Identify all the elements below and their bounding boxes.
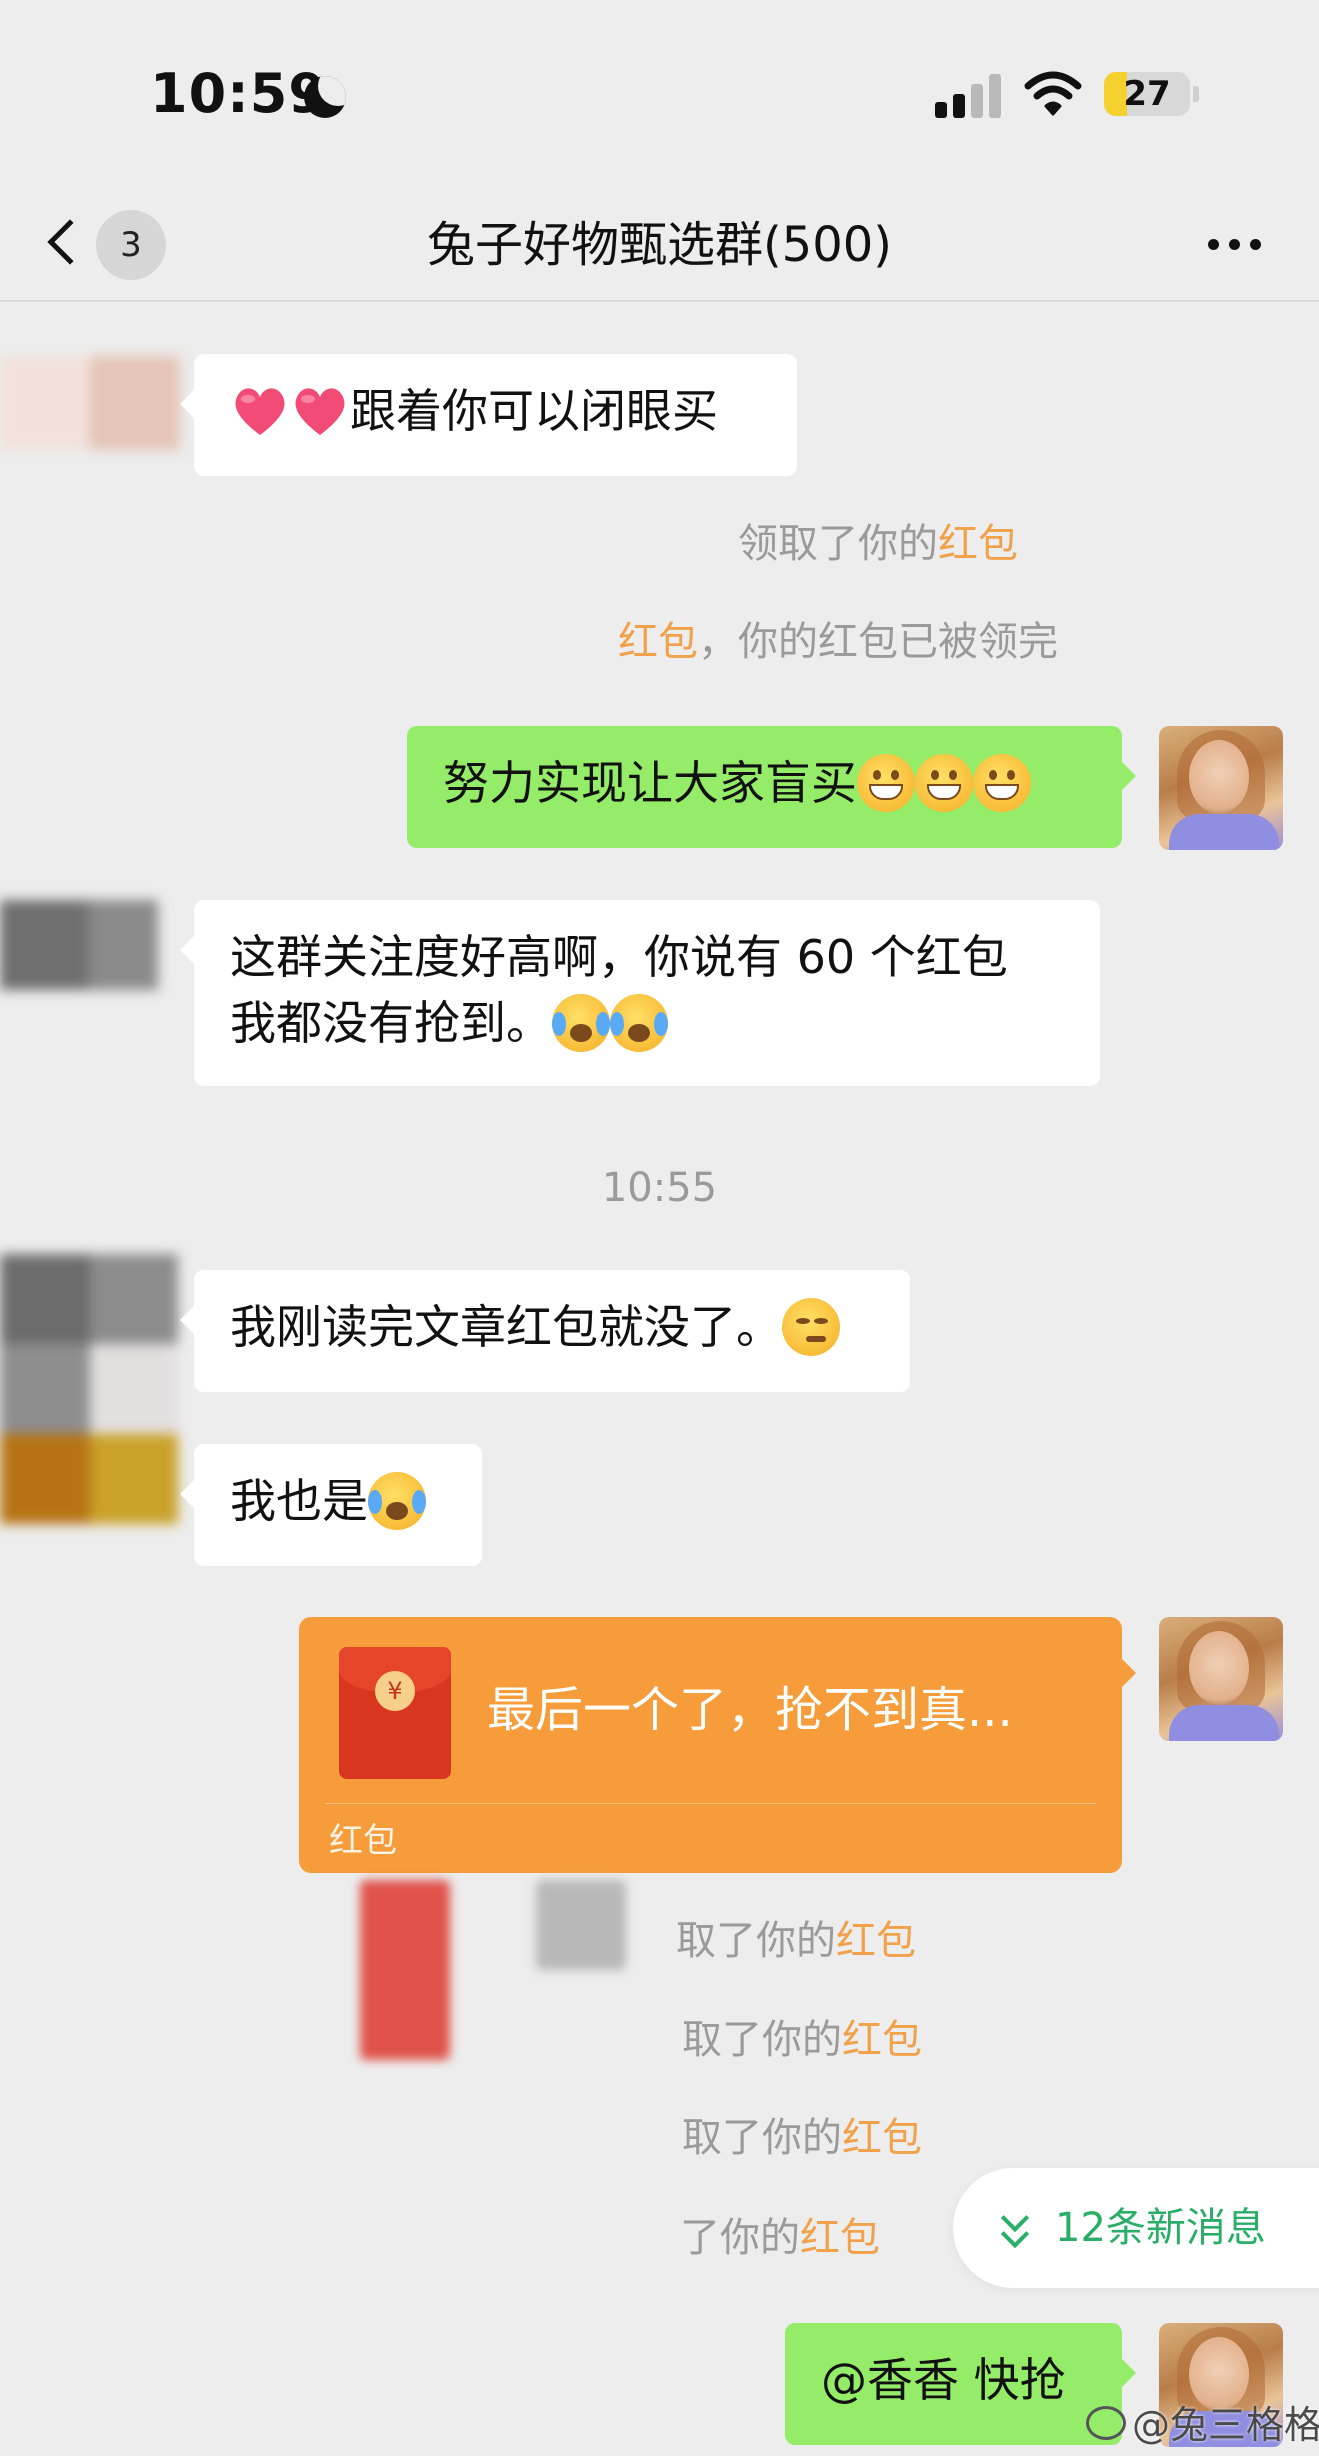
double-chevron-down-icon — [1000, 2219, 1030, 2249]
system-notice: 了你的红包 — [680, 2210, 880, 2266]
red-packet-divider — [325, 1803, 1096, 1804]
message-text: @香香 快抢 — [821, 2353, 1066, 2407]
message-bubble[interactable]: @香香 快抢 — [785, 2323, 1136, 2445]
red-packet-link[interactable]: 红包 — [842, 2115, 922, 2161]
battery-tip — [1193, 86, 1199, 102]
system-notice: 领取了你的红包 — [738, 516, 1018, 572]
new-messages-button[interactable]: 12条新消息 — [953, 2168, 1319, 2288]
red-packet-label: 红包 — [329, 1821, 397, 1861]
red-packet-icon: ¥ — [339, 1647, 451, 1779]
heart-emoji — [295, 387, 345, 435]
blurred-red-packet — [360, 1880, 450, 2060]
system-notice-text: 领取了你的 — [738, 521, 938, 567]
yuan-coin-icon: ¥ — [375, 1671, 415, 1711]
message-bubble[interactable]: 努力实现让大家盲买 — [407, 726, 1136, 848]
red-packet-title: 最后一个了，抢不到真... — [487, 1682, 1013, 1738]
smirk-emoji — [782, 1297, 840, 1356]
message-bubble[interactable]: 我刚读完文章红包就没了。 — [180, 1270, 910, 1392]
header-divider — [0, 300, 1319, 302]
heart-emoji — [235, 387, 285, 435]
system-notice: 取了你的红包 — [682, 2110, 922, 2166]
message-bubble[interactable]: 我也是 — [180, 1444, 482, 1566]
message-text: 跟着你可以闭眼买 — [350, 384, 718, 438]
wifi-icon — [1024, 71, 1082, 116]
message-text: 我刚读完文章红包就没了。 — [230, 1300, 782, 1354]
blurred-avatar — [536, 1880, 626, 1970]
message-text: 这群关注度好高啊，你说有 60 个红包 — [230, 930, 1008, 984]
message-bubble[interactable]: 跟着你可以闭眼买 — [180, 354, 797, 476]
red-packet-link[interactable]: 红包 — [836, 1918, 916, 1964]
message-bubble[interactable]: 这群关注度好高啊，你说有 60 个红包 我都没有抢到。 — [180, 900, 1100, 1086]
crying-laughing-emoji — [368, 1471, 426, 1530]
new-messages-label: 12条新消息 — [1055, 2205, 1266, 2251]
system-notice: 红包，你的红包已被领完 — [618, 614, 1058, 670]
battery-level: 27 — [1123, 74, 1171, 114]
avatar[interactable] — [0, 900, 158, 990]
red-packet-link[interactable]: 红包 — [618, 619, 698, 665]
system-notice-text: ，你的红包已被领完 — [698, 619, 1058, 665]
status-time: 10:59 — [150, 62, 327, 125]
status-bar: 10:59 27 — [0, 0, 1319, 190]
crying-laughing-emoji — [610, 993, 668, 1052]
grin-emoji — [857, 753, 915, 812]
message-text: 我也是 — [230, 1474, 368, 1528]
message-text: 努力实现让大家盲买 — [443, 756, 857, 810]
red-packet-link[interactable]: 红包 — [800, 2215, 880, 2261]
system-notice: 取了你的红包 — [682, 2012, 922, 2068]
weibo-icon — [1086, 2406, 1126, 2440]
red-packet-link[interactable]: 红包 — [938, 521, 1018, 567]
avatar[interactable] — [1159, 1617, 1283, 1741]
grin-emoji — [973, 753, 1031, 812]
timestamp: 10:55 — [601, 1165, 718, 1211]
system-notice-text: 了你的 — [680, 2215, 800, 2261]
message-text: 我都没有抢到。 — [230, 996, 552, 1050]
grin-emoji — [915, 753, 973, 812]
chat-header: 3 兔子好物甄选群(500) — [0, 190, 1319, 300]
red-packet-message[interactable]: ¥ 最后一个了，抢不到真... 红包 — [299, 1617, 1136, 1873]
more-icon[interactable] — [1200, 230, 1270, 260]
avatar[interactable] — [0, 1254, 178, 1524]
avatar[interactable] — [1159, 726, 1283, 850]
moon-icon — [304, 76, 346, 118]
crying-laughing-emoji — [552, 993, 610, 1052]
red-packet-link[interactable]: 红包 — [842, 2017, 922, 2063]
avatar[interactable] — [0, 356, 180, 450]
battery-icon: 27 — [1104, 72, 1190, 116]
system-notice: 取了你的红包 — [676, 1913, 916, 1969]
signal-icon — [935, 74, 1005, 118]
system-notice-text: 取了你的 — [682, 2115, 842, 2161]
system-notice-text: 取了你的 — [682, 2017, 842, 2063]
chat-title: 兔子好物甄选群(500) — [426, 217, 893, 273]
system-notice-text: 取了你的 — [676, 1918, 836, 1964]
